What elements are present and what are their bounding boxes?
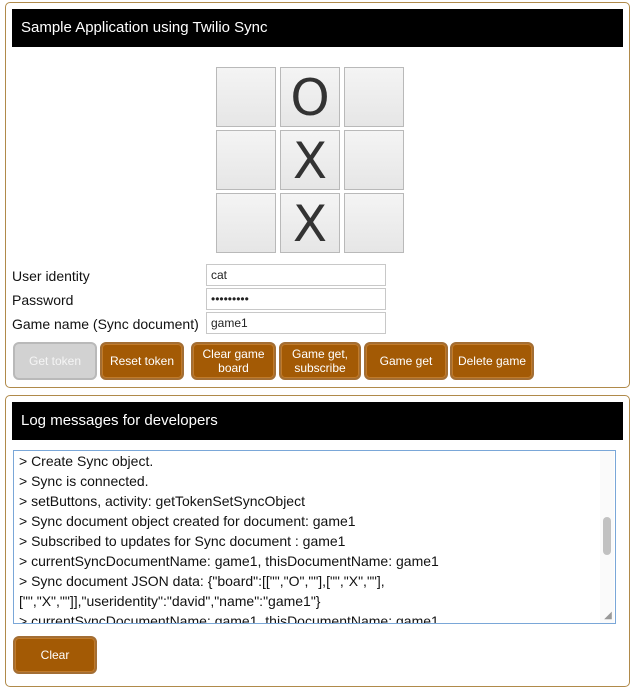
- log-line: > Sync document object created for docum…: [19, 513, 356, 529]
- app-title: Sample Application using Twilio Sync: [12, 9, 623, 47]
- log-line: > Subscribed to updates for Sync documen…: [19, 533, 346, 549]
- log-line: > currentSyncDocumentName: game1, thisDo…: [19, 613, 439, 624]
- board-cell-6[interactable]: [216, 193, 276, 253]
- board-cell-8[interactable]: [344, 193, 404, 253]
- log-text: > Create Sync object. > Sync is connecte…: [19, 451, 599, 624]
- user-identity-input[interactable]: [206, 264, 386, 286]
- user-identity-label: User identity: [12, 268, 90, 284]
- game-get-subscribe-button[interactable]: Game get, subscribe: [279, 342, 361, 380]
- log-title: Log messages for developers: [12, 402, 623, 440]
- resize-grip-icon[interactable]: ◢: [602, 610, 614, 622]
- game-board: O X X: [216, 67, 408, 257]
- reset-token-button[interactable]: Reset token: [100, 342, 184, 380]
- board-cell-0[interactable]: [216, 67, 276, 127]
- app-panel: Sample Application using Twilio Sync O X…: [5, 2, 630, 388]
- game-get-button[interactable]: Game get: [364, 342, 448, 380]
- log-line: > Create Sync object.: [19, 453, 154, 469]
- password-label: Password: [12, 292, 74, 308]
- log-line: > Sync document JSON data: {"board":[[""…: [19, 573, 385, 609]
- board-cell-3[interactable]: [216, 130, 276, 190]
- board-cell-1[interactable]: O: [280, 67, 340, 127]
- clear-log-button[interactable]: Clear: [13, 636, 97, 674]
- clear-game-board-button[interactable]: Clear game board: [191, 342, 276, 380]
- log-textarea[interactable]: > Create Sync object. > Sync is connecte…: [13, 450, 616, 624]
- log-line: > Sync is connected.: [19, 473, 149, 489]
- game-name-label: Game name (Sync document): [12, 316, 199, 332]
- game-name-input[interactable]: [206, 312, 386, 334]
- log-line: > currentSyncDocumentName: game1, thisDo…: [19, 553, 439, 569]
- board-cell-5[interactable]: [344, 130, 404, 190]
- board-cell-4[interactable]: X: [280, 130, 340, 190]
- log-panel: Log messages for developers > Create Syn…: [5, 395, 630, 687]
- log-scroll-thumb[interactable]: [603, 517, 611, 555]
- delete-game-button[interactable]: Delete game: [450, 342, 534, 380]
- password-input[interactable]: [206, 288, 386, 310]
- board-cell-7[interactable]: X: [280, 193, 340, 253]
- get-token-button[interactable]: Get token: [13, 342, 97, 380]
- log-line: > setButtons, activity: getTokenSetSyncO…: [19, 493, 305, 509]
- board-cell-2[interactable]: [344, 67, 404, 127]
- log-scrollbar[interactable]: [600, 451, 614, 623]
